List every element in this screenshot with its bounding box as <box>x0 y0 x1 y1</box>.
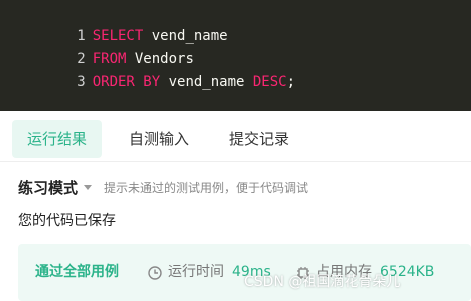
caret-down-icon[interactable] <box>84 184 93 190</box>
clock-icon <box>148 265 162 280</box>
watermark: CSDN @祖国滴花骨朵儿 <box>244 274 401 290</box>
mode-hint: 提示未通过的测试用例，便于代码调试 <box>104 180 309 195</box>
line-number: 3 <box>77 74 86 90</box>
code-line-2: 2 FROM Vendors <box>0 26 194 67</box>
tab-run-result[interactable]: 运行结果 <box>12 120 102 158</box>
mode-label[interactable]: 练习模式 <box>18 177 78 198</box>
code-line-1: 1 SELECT vend_name <box>0 3 227 44</box>
tab-self-test[interactable]: 自测输入 <box>114 120 204 158</box>
mode-selector[interactable]: 练习模式 提示未通过的测试用例，便于代码调试 <box>18 176 308 198</box>
runtime-label: 运行时间 <box>168 264 224 280</box>
sql-punctuation: ; <box>286 74 296 90</box>
code-editor[interactable]: 1 SELECT vend_name 2 FROM Vendors 3 ORDER B… <box>0 0 471 111</box>
pass-status: 通过全部用例 <box>35 264 119 280</box>
result-tabs: 运行结果 自测输入 提交记录 <box>0 111 471 162</box>
saved-message: 您的代码已保存 <box>18 213 116 229</box>
sql-identifier: vend_name <box>160 74 253 90</box>
sql-keyword: ORDER BY <box>92 74 161 90</box>
tab-submit-record[interactable]: 提交记录 <box>214 120 304 158</box>
sql-keyword: DESC <box>252 74 287 90</box>
code-line-3: 3 ORDER BY vend_name DESC; <box>0 49 295 90</box>
